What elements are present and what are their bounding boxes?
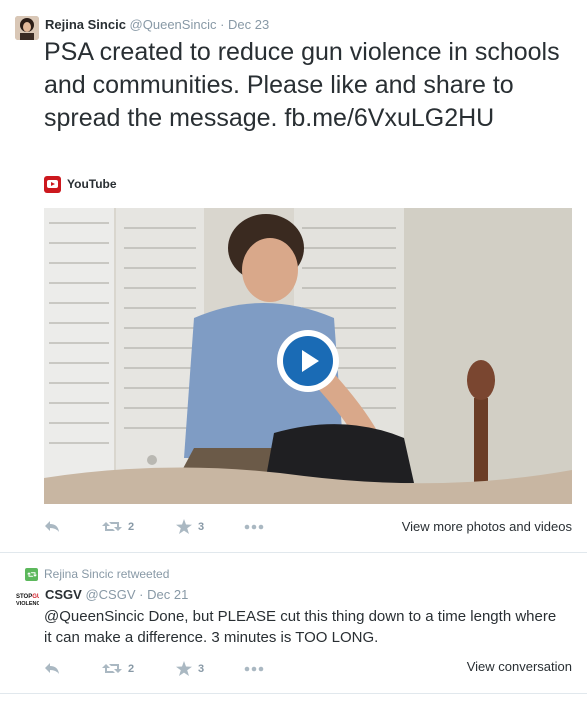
tweet-header: CSGV @CSGV · Dec 21 bbox=[45, 587, 188, 602]
retweet-context[interactable]: Rejina Sincic retweeted bbox=[25, 567, 169, 581]
play-button[interactable] bbox=[277, 330, 339, 392]
play-icon bbox=[283, 336, 333, 386]
retweet-button[interactable]: 2 bbox=[102, 520, 176, 533]
favorite-count: 3 bbox=[198, 662, 205, 675]
avatar[interactable] bbox=[15, 16, 39, 40]
favorite-button[interactable]: 3 bbox=[176, 519, 244, 534]
youtube-icon bbox=[44, 175, 61, 193]
avatar-image bbox=[15, 16, 39, 40]
more-button[interactable] bbox=[244, 524, 264, 530]
view-more-photos-link[interactable]: View more photos and videos bbox=[402, 519, 572, 534]
tweet-time[interactable]: Dec 23 bbox=[228, 17, 269, 32]
avatar[interactable]: STOPGUN VIOLENCE bbox=[15, 589, 46, 613]
reply-button[interactable] bbox=[44, 520, 102, 533]
retweet-badge-icon bbox=[25, 567, 38, 581]
view-conversation-link[interactable]: View conversation bbox=[467, 659, 572, 674]
favorite-button[interactable]: 3 bbox=[176, 661, 244, 676]
stop-gun-violence-logo: STOPGUN VIOLENCE bbox=[15, 589, 46, 613]
reply-button[interactable] bbox=[44, 662, 102, 675]
author-handle[interactable]: @CSGV bbox=[85, 587, 135, 602]
author-name[interactable]: Rejina Sincic bbox=[45, 17, 126, 32]
retweet-icon bbox=[102, 522, 122, 531]
retweet-count: 2 bbox=[128, 520, 135, 533]
video-thumbnail[interactable] bbox=[44, 208, 572, 504]
media-source[interactable]: YouTube bbox=[44, 175, 117, 193]
star-icon bbox=[176, 519, 192, 534]
retweet-button[interactable]: 2 bbox=[102, 662, 176, 675]
tweet-actions: 2 3 bbox=[44, 661, 264, 676]
separator-dot: · bbox=[139, 587, 144, 602]
author-handle[interactable]: @QueenSincic bbox=[130, 17, 217, 32]
tweet-actions: 2 3 bbox=[44, 519, 264, 534]
retweet-count: 2 bbox=[128, 662, 135, 675]
retweeted-by-label: Rejina Sincic retweeted bbox=[44, 567, 170, 581]
reply-icon bbox=[45, 663, 59, 674]
more-button[interactable] bbox=[244, 666, 264, 672]
tweet-text: @QueenSincic Done, but PLEASE cut this t… bbox=[44, 608, 557, 646]
more-icon bbox=[244, 666, 264, 671]
tweet-time[interactable]: Dec 21 bbox=[147, 587, 188, 602]
media-source-label: YouTube bbox=[67, 177, 117, 191]
author-name[interactable]: CSGV bbox=[45, 587, 82, 602]
tweet-text: PSA created to reduce gun violence in sc… bbox=[44, 38, 560, 132]
separator-dot: · bbox=[220, 17, 225, 32]
svg-text:VIOLENCE: VIOLENCE bbox=[16, 601, 39, 607]
more-icon bbox=[244, 524, 264, 529]
reply-icon bbox=[45, 521, 59, 532]
favorite-count: 3 bbox=[198, 520, 205, 533]
tweet-header: Rejina Sincic @QueenSincic · Dec 23 bbox=[45, 17, 269, 32]
svg-text:STOPGUN: STOPGUN bbox=[16, 594, 39, 600]
star-icon bbox=[176, 661, 192, 676]
retweet-icon bbox=[102, 664, 122, 673]
